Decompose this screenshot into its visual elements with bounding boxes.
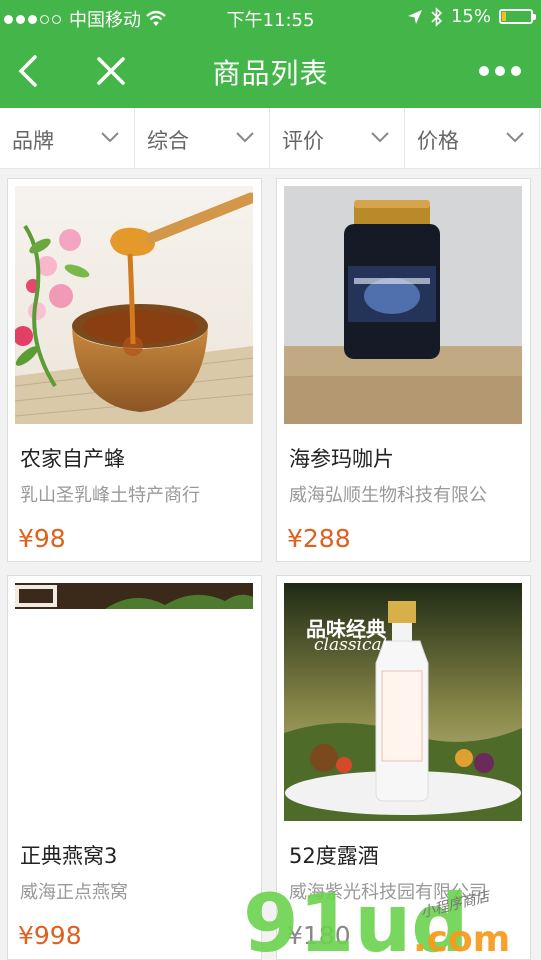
poster-subtitle: classical — [314, 635, 388, 655]
filter-price[interactable]: 价格 — [405, 108, 540, 168]
status-bar: 中国移动 下午11:55 15% — [0, 0, 541, 36]
filter-label: 综合 — [147, 129, 189, 153]
product-shop: 乳山圣乳峰土特产商行 — [20, 485, 200, 506]
bluetooth-icon — [431, 6, 443, 27]
chevron-down-icon — [101, 132, 119, 143]
navigation-bar: 商品列表 — [0, 36, 541, 108]
filter-label: 评价 — [282, 129, 324, 153]
filter-label: 品牌 — [12, 129, 54, 153]
filter-rating[interactable]: 评价 — [270, 108, 405, 168]
product-image-honey[interactable] — [15, 186, 253, 424]
filter-label: 价格 — [417, 129, 459, 153]
filter-brand[interactable]: 品牌 — [0, 108, 135, 168]
chevron-down-icon — [506, 132, 524, 143]
product-card-supplement[interactable]: 海参玛咖片 威海弘顺生物科技有限公 ¥288 — [276, 178, 531, 562]
product-price: ¥98 — [18, 524, 66, 553]
product-image-liquor[interactable]: 品味经典 classical — [284, 583, 522, 821]
product-price: ¥288 — [287, 524, 351, 553]
product-shop: 威海正点燕窝 — [20, 882, 128, 903]
product-image-supplement[interactable] — [284, 186, 522, 424]
chevron-down-icon — [371, 132, 389, 143]
product-card-birds-nest[interactable]: 正典燕窝3 威海正点燕窝 ¥998 — [7, 575, 262, 960]
location-arrow-icon — [407, 9, 422, 24]
product-name: 52度露酒 — [289, 844, 379, 868]
battery-icon — [499, 9, 536, 24]
product-image-birds-nest[interactable] — [15, 583, 253, 821]
product-name: 农家自产蜂 — [20, 447, 125, 471]
svg-text:.com: .com — [413, 919, 510, 955]
product-name: 正典燕窝3 — [20, 844, 118, 868]
chevron-down-icon — [236, 132, 254, 143]
product-card-honey[interactable]: 农家自产蜂 乳山圣乳峰土特产商行 ¥98 — [7, 178, 262, 562]
page-title: 商品列表 — [212, 57, 329, 90]
product-shop: 威海弘顺生物科技有限公 — [289, 485, 487, 506]
filter-bar: 品牌 综合 评价 价格 — [0, 108, 541, 169]
battery-percent: 15% — [450, 6, 491, 27]
product-price: ¥998 — [18, 921, 82, 950]
filter-overall[interactable]: 综合 — [135, 108, 270, 168]
product-name: 海参玛咖片 — [289, 447, 394, 471]
more-dots-icon[interactable] — [478, 65, 522, 77]
